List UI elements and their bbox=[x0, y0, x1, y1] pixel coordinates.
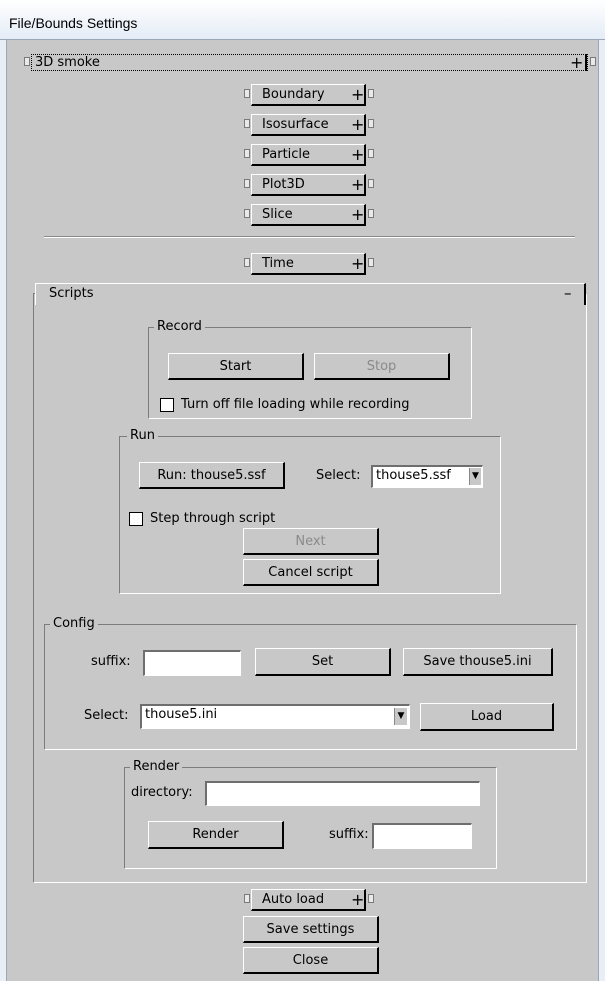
record-legend: Record bbox=[154, 319, 205, 335]
next-step-button[interactable]: Next bbox=[243, 528, 379, 555]
run-select-label: Select: bbox=[316, 468, 361, 483]
rollout-time-label: Time bbox=[262, 256, 294, 271]
config-suffix-input[interactable] bbox=[143, 650, 241, 676]
load-config-button[interactable]: Load bbox=[420, 703, 554, 731]
set-suffix-button[interactable]: Set bbox=[255, 648, 391, 676]
render-legend: Render bbox=[130, 759, 183, 775]
config-select-label: Select: bbox=[84, 708, 129, 723]
rollout-boundary[interactable]: Boundary + bbox=[251, 84, 366, 106]
rollout-boundary-label: Boundary bbox=[262, 87, 325, 102]
step-through-checkbox[interactable] bbox=[129, 512, 143, 526]
stop-record-button[interactable]: Stop bbox=[314, 353, 450, 380]
rollout-particle-label: Particle bbox=[262, 147, 311, 162]
config-select-value: thouse5.ini bbox=[145, 707, 218, 722]
config-suffix-label: suffix: bbox=[91, 654, 131, 669]
rollout-3d-smoke[interactable]: 3D smoke + bbox=[31, 54, 588, 72]
expand-icon[interactable]: + bbox=[351, 255, 364, 273]
expand-icon[interactable]: + bbox=[351, 206, 364, 224]
rollout-time[interactable]: Time + bbox=[251, 253, 366, 275]
step-through-label: Step through script bbox=[150, 511, 276, 526]
separator bbox=[44, 236, 575, 238]
window-titlebar: File/Bounds Settings bbox=[0, 0, 605, 40]
rollout-handle-icon bbox=[368, 119, 374, 128]
expand-icon[interactable]: + bbox=[351, 86, 364, 104]
expand-icon[interactable]: + bbox=[351, 891, 364, 909]
window-title: File/Bounds Settings bbox=[9, 15, 138, 31]
rollout-slice-label: Slice bbox=[262, 207, 293, 222]
save-config-button[interactable]: Save thouse5.ini bbox=[403, 648, 553, 676]
run-script-select[interactable]: thouse5.ssf ▼ bbox=[371, 465, 483, 488]
render-suffix-label: suffix: bbox=[329, 827, 369, 842]
rollout-handle-icon bbox=[244, 894, 250, 903]
rollout-isosurface[interactable]: Isosurface + bbox=[251, 114, 366, 136]
run-select-value: thouse5.ssf bbox=[376, 468, 451, 483]
rollout-plot3d[interactable]: Plot3D + bbox=[251, 174, 366, 196]
run-legend: Run bbox=[127, 428, 158, 444]
rollout-handle-icon bbox=[244, 209, 250, 218]
config-group bbox=[44, 624, 577, 750]
rollout-3d-smoke-edge bbox=[585, 54, 587, 71]
rollout-handle-icon bbox=[368, 149, 374, 158]
scripts-header[interactable]: Scripts – bbox=[35, 283, 586, 305]
scripts-label: Scripts bbox=[49, 286, 94, 301]
rollout-handle-icon bbox=[368, 179, 374, 188]
rollout-handle-icon bbox=[244, 179, 250, 188]
rollout-handle-icon bbox=[244, 89, 250, 98]
render-suffix-input[interactable] bbox=[372, 823, 472, 849]
start-record-button[interactable]: Start bbox=[168, 353, 304, 380]
rollout-plot3d-label: Plot3D bbox=[262, 177, 305, 192]
run-script-button[interactable]: Run: thouse5.ssf bbox=[139, 462, 285, 489]
chevron-down-icon[interactable]: ▼ bbox=[469, 468, 481, 485]
rollout-handle-icon bbox=[244, 258, 250, 267]
expand-icon[interactable]: + bbox=[351, 176, 364, 194]
config-file-select[interactable]: thouse5.ini ▼ bbox=[140, 704, 410, 729]
rollout-3d-smoke-label: 3D smoke bbox=[35, 55, 100, 70]
rollout-handle-icon bbox=[244, 119, 250, 128]
expand-icon[interactable]: + bbox=[351, 116, 364, 134]
rollout-isosurface-label: Isosurface bbox=[262, 117, 329, 132]
rollout-handle-icon bbox=[244, 149, 250, 158]
chevron-down-icon[interactable]: ▼ bbox=[394, 708, 407, 725]
close-button[interactable]: Close bbox=[243, 947, 379, 974]
window-frame-left bbox=[0, 40, 7, 981]
rollout-auto-load[interactable]: Auto load + bbox=[251, 889, 366, 911]
config-legend: Config bbox=[50, 616, 98, 632]
rollout-handle-icon bbox=[368, 209, 374, 218]
cancel-script-button[interactable]: Cancel script bbox=[243, 559, 379, 586]
rollout-handle-icon bbox=[368, 89, 374, 98]
rollout-handle-icon bbox=[368, 894, 374, 903]
window-frame-right bbox=[598, 40, 605, 981]
render-button[interactable]: Render bbox=[148, 821, 284, 849]
collapse-icon[interactable]: – bbox=[564, 284, 572, 302]
rollout-particle[interactable]: Particle + bbox=[251, 144, 366, 166]
turn-off-loading-checkbox[interactable] bbox=[160, 398, 174, 412]
rollout-handle-icon bbox=[590, 57, 596, 66]
rollout-slice[interactable]: Slice + bbox=[251, 204, 366, 226]
render-directory-input[interactable] bbox=[205, 781, 480, 806]
turn-off-loading-label: Turn off file loading while recording bbox=[181, 397, 410, 412]
rollout-handle-icon bbox=[24, 57, 30, 66]
rollout-auto-load-label: Auto load bbox=[262, 892, 325, 907]
render-directory-label: directory: bbox=[131, 785, 193, 800]
expand-icon[interactable]: + bbox=[351, 146, 364, 164]
save-settings-button[interactable]: Save settings bbox=[243, 916, 379, 943]
rollout-handle-icon bbox=[368, 258, 374, 267]
expand-icon[interactable]: + bbox=[570, 54, 583, 72]
